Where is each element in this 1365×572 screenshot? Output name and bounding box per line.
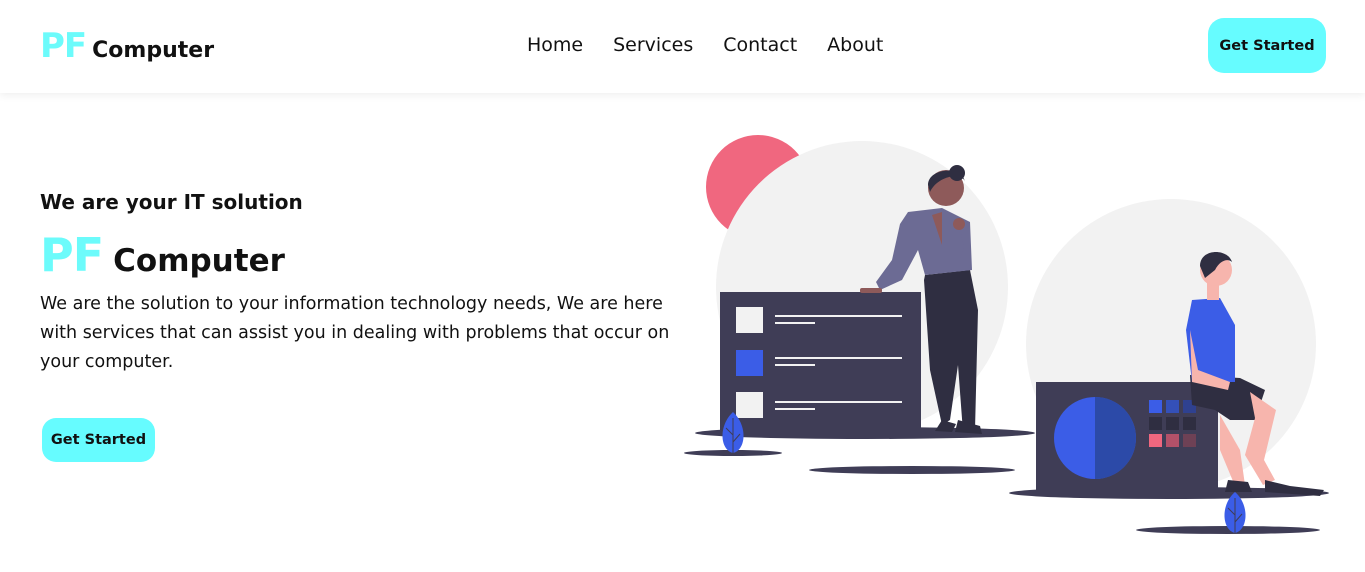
hero-subtitle: We are your IT solution <box>40 190 303 214</box>
hero-description: We are the solution to your information … <box>40 294 670 372</box>
navbar: PF Computer Home Services Contact About … <box>0 0 1365 93</box>
hero-title-name: Computer <box>113 243 285 279</box>
brand-logo[interactable]: PF Computer <box>40 26 214 66</box>
it-support-illustration <box>684 135 1329 534</box>
nav-link-services[interactable]: Services <box>613 33 693 57</box>
main-nav: Home Services Contact About <box>527 33 913 57</box>
hero-title-pf: PF <box>40 228 104 282</box>
nav-link-contact[interactable]: Contact <box>723 33 797 57</box>
brand-logo-pf: PF <box>40 26 87 66</box>
hero-title: PF Computer <box>40 228 285 282</box>
floor-shadow <box>809 466 1015 474</box>
dashboard-panel <box>1036 382 1218 493</box>
get-started-hero-button[interactable]: Get Started <box>42 418 155 462</box>
nav-link-home[interactable]: Home <box>527 33 583 57</box>
get-started-nav-button[interactable]: Get Started <box>1208 18 1326 73</box>
list-panel <box>720 292 921 433</box>
brand-logo-name: Computer <box>92 38 215 63</box>
nav-link-about[interactable]: About <box>827 33 883 57</box>
